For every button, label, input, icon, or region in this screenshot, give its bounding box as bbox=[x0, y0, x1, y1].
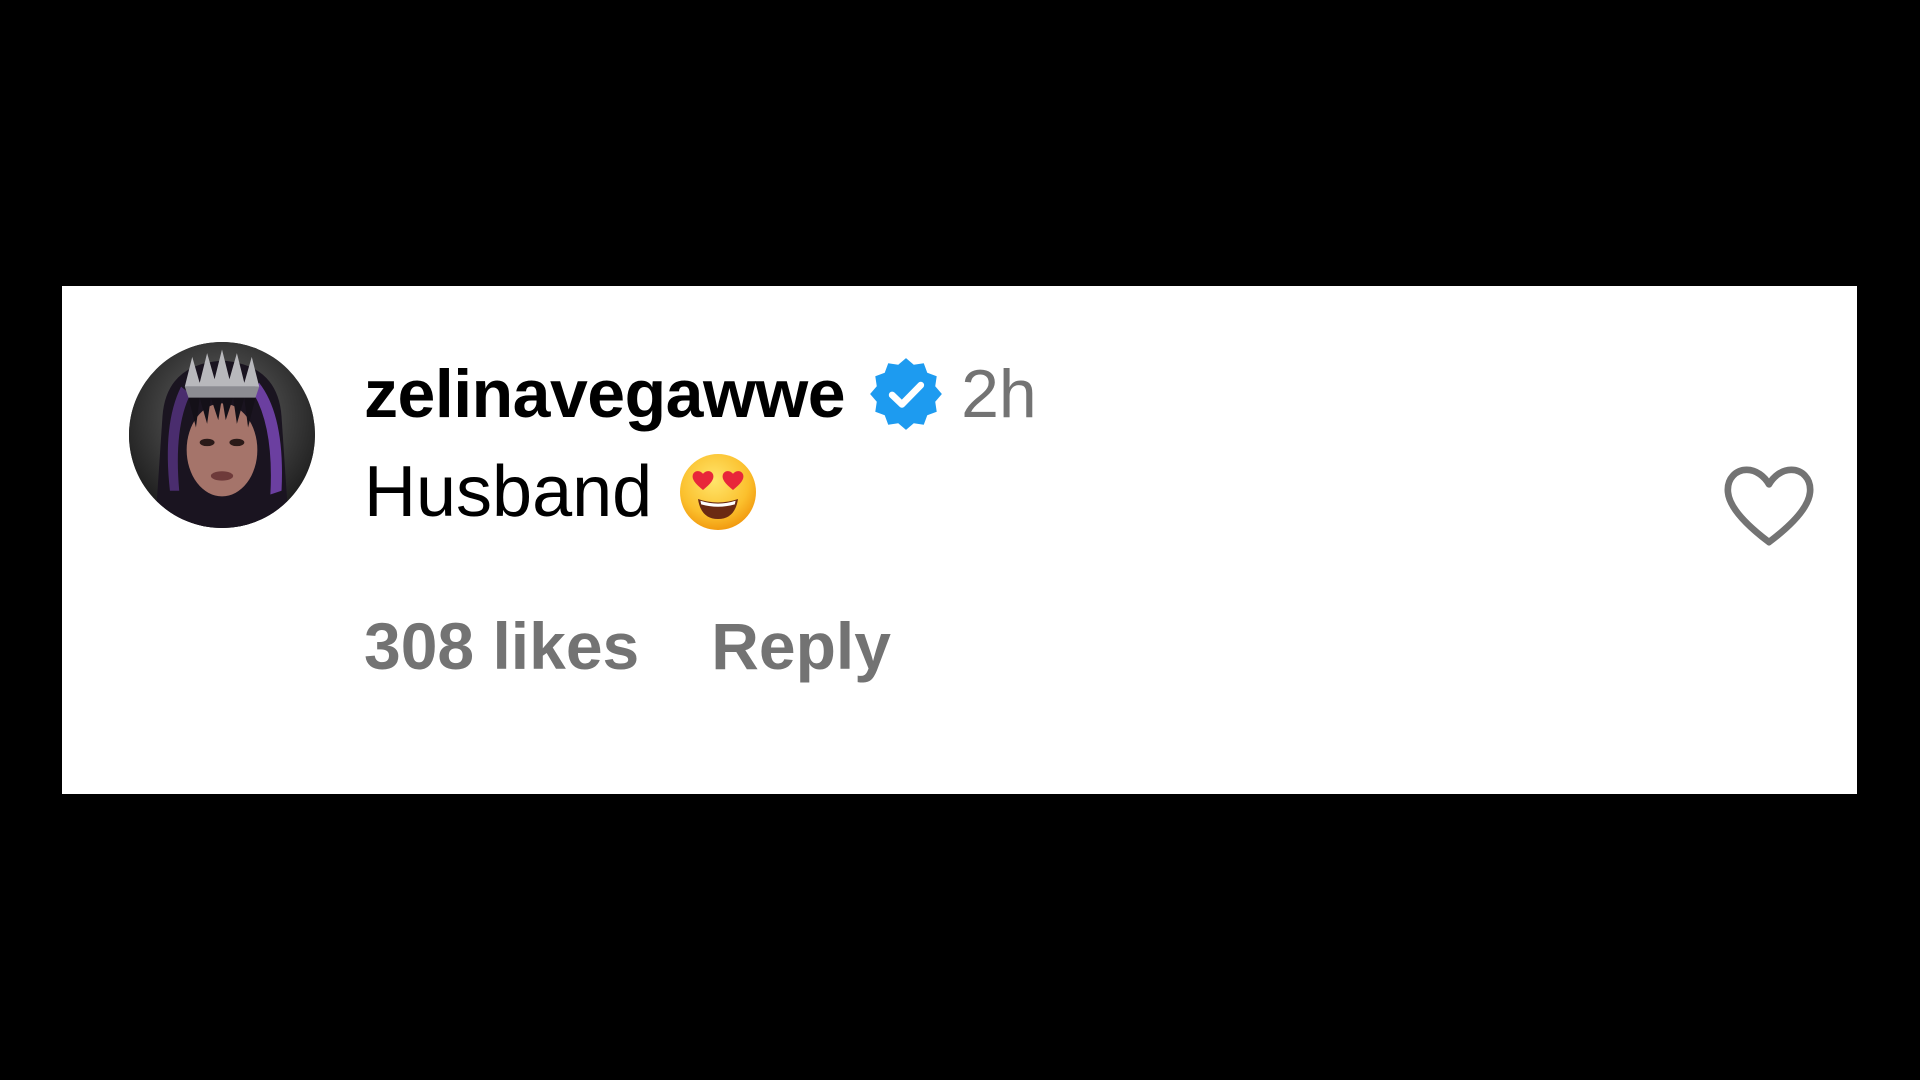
like-button[interactable] bbox=[1722, 464, 1816, 548]
comment-header: zelinavegawwe 2h bbox=[364, 354, 1037, 434]
comment-card: zelinavegawwe 2h Husband 308 likes Reply bbox=[62, 286, 1857, 794]
comment-timestamp: 2h bbox=[961, 356, 1037, 432]
avatar-image bbox=[129, 342, 315, 528]
comment-body: Husband bbox=[364, 450, 758, 534]
comment-actions: 308 likes Reply bbox=[364, 606, 891, 686]
username-link[interactable]: zelinavegawwe bbox=[364, 355, 846, 433]
heart-outline-icon bbox=[1724, 466, 1814, 546]
heart-eyes-emoji-icon bbox=[678, 452, 758, 532]
comment-text: Husband bbox=[364, 452, 653, 532]
verified-badge-icon bbox=[869, 357, 943, 431]
likes-count-link[interactable]: 308 likes bbox=[364, 608, 639, 684]
reply-button[interactable]: Reply bbox=[711, 608, 891, 684]
avatar[interactable] bbox=[129, 342, 315, 528]
